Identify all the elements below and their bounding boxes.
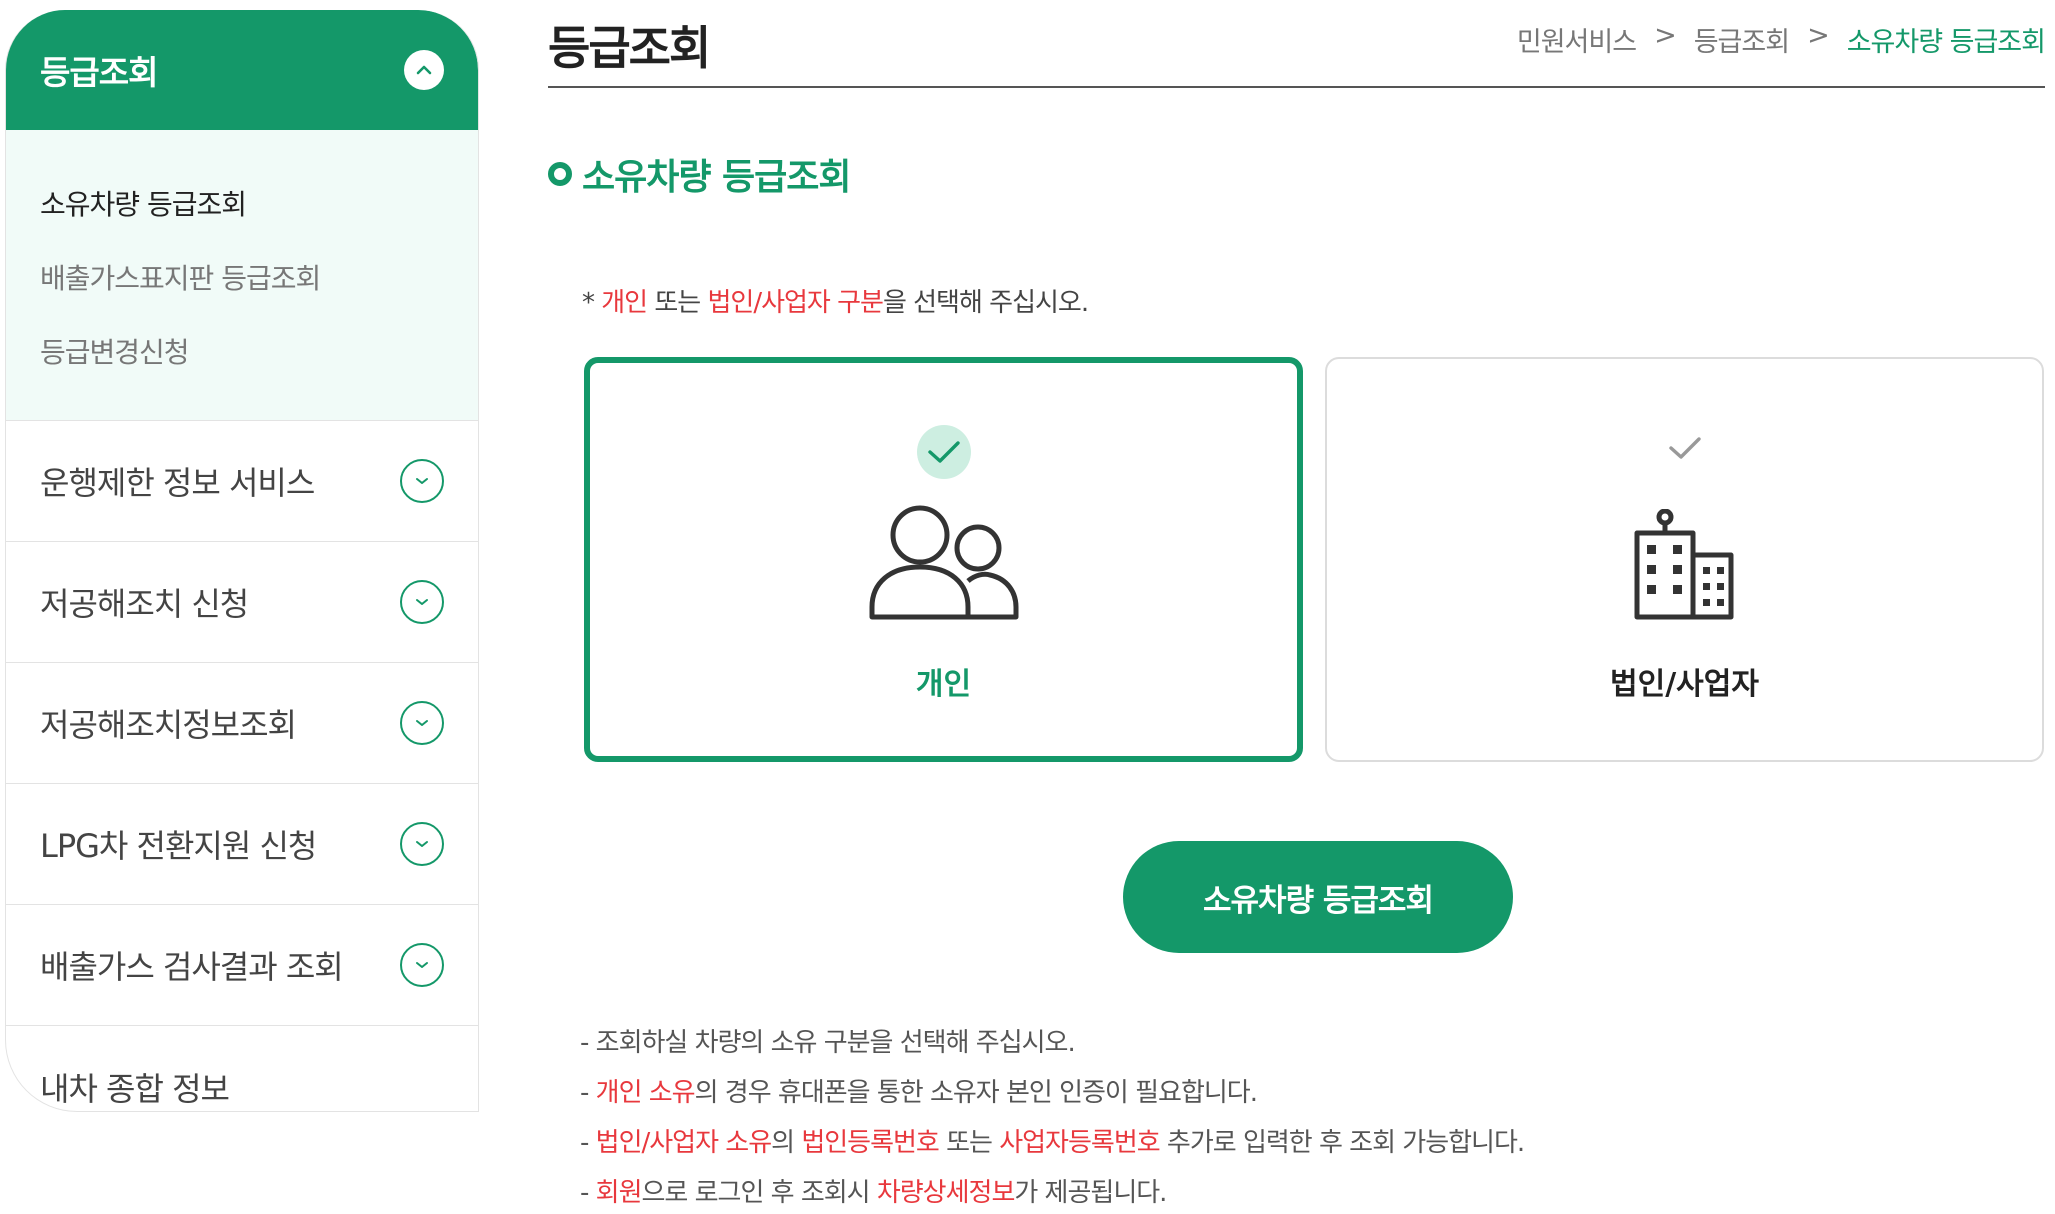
breadcrumb-item-grade-inquiry[interactable]: 등급조회 — [1694, 20, 1790, 59]
check-icon — [1658, 421, 1712, 475]
owner-type-corporate-label: 법인/사업자 — [1610, 667, 1759, 702]
side-menu-item-my-car-info[interactable]: 내차 종합 정보 — [6, 1026, 478, 1111]
submenu-item-grade-change-request[interactable]: 등급변경신청 — [40, 316, 478, 390]
owner-type-individual-label: 개인 — [915, 667, 972, 702]
chevron-up-icon[interactable] — [404, 50, 444, 90]
people-icon — [868, 503, 1020, 625]
side-menu-item-emission-test-result[interactable]: 배출가스 검사결과 조회 — [6, 905, 478, 1026]
notice-highlight-individual: 개인 — [601, 288, 648, 318]
breadcrumb-separator: > — [1807, 20, 1830, 51]
chevron-down-icon[interactable] — [400, 943, 444, 987]
breadcrumb-item-current: 소유차량 등급조회 — [1846, 27, 2046, 58]
guide-note-highlight: 법인/사업자 소유 — [595, 1128, 772, 1158]
building-icon — [1633, 508, 1737, 625]
guide-note: - 개인 소유의 경우 휴대폰을 통한 소유자 본인 인증이 필요합니다. — [580, 1068, 1524, 1118]
owner-type-individual-card[interactable]: 개인 — [584, 357, 1303, 762]
guide-note-dash: - — [580, 1178, 596, 1208]
side-submenu: 소유차량 등급조회 배출가스표지판 등급조회 등급변경신청 — [6, 130, 478, 421]
side-menu-item-driving-restriction[interactable]: 운행제한 정보 서비스 — [6, 421, 478, 542]
page-title: 등급조회 — [548, 21, 711, 75]
selection-notice: * 개인 또는 법인/사업자 구분을 선택해 주십시오. — [582, 282, 1089, 319]
circle-bullet-icon — [548, 162, 572, 186]
submenu-item-emission-sign-grade[interactable]: 배출가스표지판 등급조회 — [40, 242, 478, 316]
side-menu-item-low-emission-info[interactable]: 저공해조치정보조회 — [6, 663, 478, 784]
guide-note-highlight: 법인등록번호 — [801, 1128, 940, 1158]
notice-star: * — [582, 288, 602, 318]
check-icon — [916, 425, 971, 479]
guide-note-text: 으로 로그인 후 조회시 — [641, 1178, 877, 1208]
notice-text: 또는 — [647, 288, 708, 318]
guide-note-highlight: 차량상세정보 — [876, 1178, 1016, 1208]
guide-note-text: 추가로 입력한 후 조회 가능합니다. — [1159, 1128, 1525, 1158]
side-menu-header-title: 등급조회 — [40, 53, 158, 92]
guide-note-dash: - — [580, 1128, 596, 1158]
chevron-down-icon[interactable] — [400, 580, 444, 624]
guide-note-text: - 조회하실 차량의 소유 구분을 선택해 주십시오. — [580, 1028, 1076, 1058]
breadcrumb: 민원서비스 > 등급조회 > 소유차량 등급조회 — [1517, 20, 2046, 59]
section-title-text: 소유차량 등급조회 — [582, 157, 851, 198]
guide-note: - 조회하실 차량의 소유 구분을 선택해 주십시오. — [580, 1018, 1524, 1068]
notice-highlight-corporate: 법인/사업자 구분 — [707, 288, 883, 318]
section-title: 소유차량 등급조회 — [548, 148, 851, 200]
guide-note-text: 가 제공됩니다. — [1014, 1178, 1167, 1208]
owner-type-corporate-card[interactable]: 법인/사업자 — [1325, 357, 2044, 762]
side-menu-item-label: 내차 종합 정보 — [40, 1069, 230, 1108]
side-menu-item-low-emission-request[interactable]: 저공해조치 신청 — [6, 542, 478, 663]
side-menu: 등급조회 소유차량 등급조회 배출가스표지판 등급조회 등급변경신청 운행제한 … — [5, 10, 479, 1112]
side-menu-item-label: 저공해조치정보조회 — [40, 706, 297, 744]
guide-note-text: 의 경우 휴대폰을 통한 소유자 본인 인증이 필요합니다. — [694, 1078, 1258, 1108]
breadcrumb-separator: > — [1654, 20, 1677, 51]
guide-note-highlight: 개인 소유 — [595, 1078, 696, 1108]
guide-note-highlight: 회원 — [595, 1178, 643, 1208]
side-menu-item-label: 배출가스 검사결과 조회 — [40, 948, 344, 986]
chevron-down-icon[interactable] — [400, 822, 444, 866]
notice-text: 을 선택해 주십시오. — [882, 288, 1089, 318]
guide-notes: - 조회하실 차량의 소유 구분을 선택해 주십시오. - 개인 소유의 경우 … — [580, 1018, 1525, 1214]
guide-note-text: 의 — [771, 1128, 802, 1158]
guide-note-text: 또는 — [938, 1128, 1000, 1158]
guide-note: - 법인/사업자 소유의 법인등록번호 또는 사업자등록번호 추가로 입력한 후… — [580, 1118, 1525, 1168]
side-menu-item-label: LPG차 전환지원 신청 — [40, 827, 317, 865]
chevron-down-icon[interactable] — [400, 701, 444, 745]
guide-note: - 회원으로 로그인 후 조회시 차량상세정보가 제공됩니다. — [580, 1168, 1524, 1214]
owned-vehicle-grade-inquiry-button[interactable]: 소유차량 등급조회 — [1123, 841, 1513, 953]
side-menu-item-label: 저공해조치 신청 — [40, 585, 249, 623]
chevron-down-icon[interactable] — [400, 459, 444, 503]
side-menu-item-label: 운행제한 정보 서비스 — [40, 464, 315, 502]
side-menu-item-lpg-conversion[interactable]: LPG차 전환지원 신청 — [6, 784, 478, 905]
submenu-item-owned-vehicle-grade[interactable]: 소유차량 등급조회 — [40, 168, 478, 242]
breadcrumb-item-civil-service[interactable]: 민원서비스 — [1517, 20, 1637, 59]
guide-note-highlight: 사업자등록번호 — [999, 1128, 1160, 1158]
guide-note-dash: - — [580, 1078, 596, 1108]
title-divider — [548, 86, 2045, 88]
side-menu-header-grade-inquiry[interactable]: 등급조회 — [6, 10, 478, 130]
